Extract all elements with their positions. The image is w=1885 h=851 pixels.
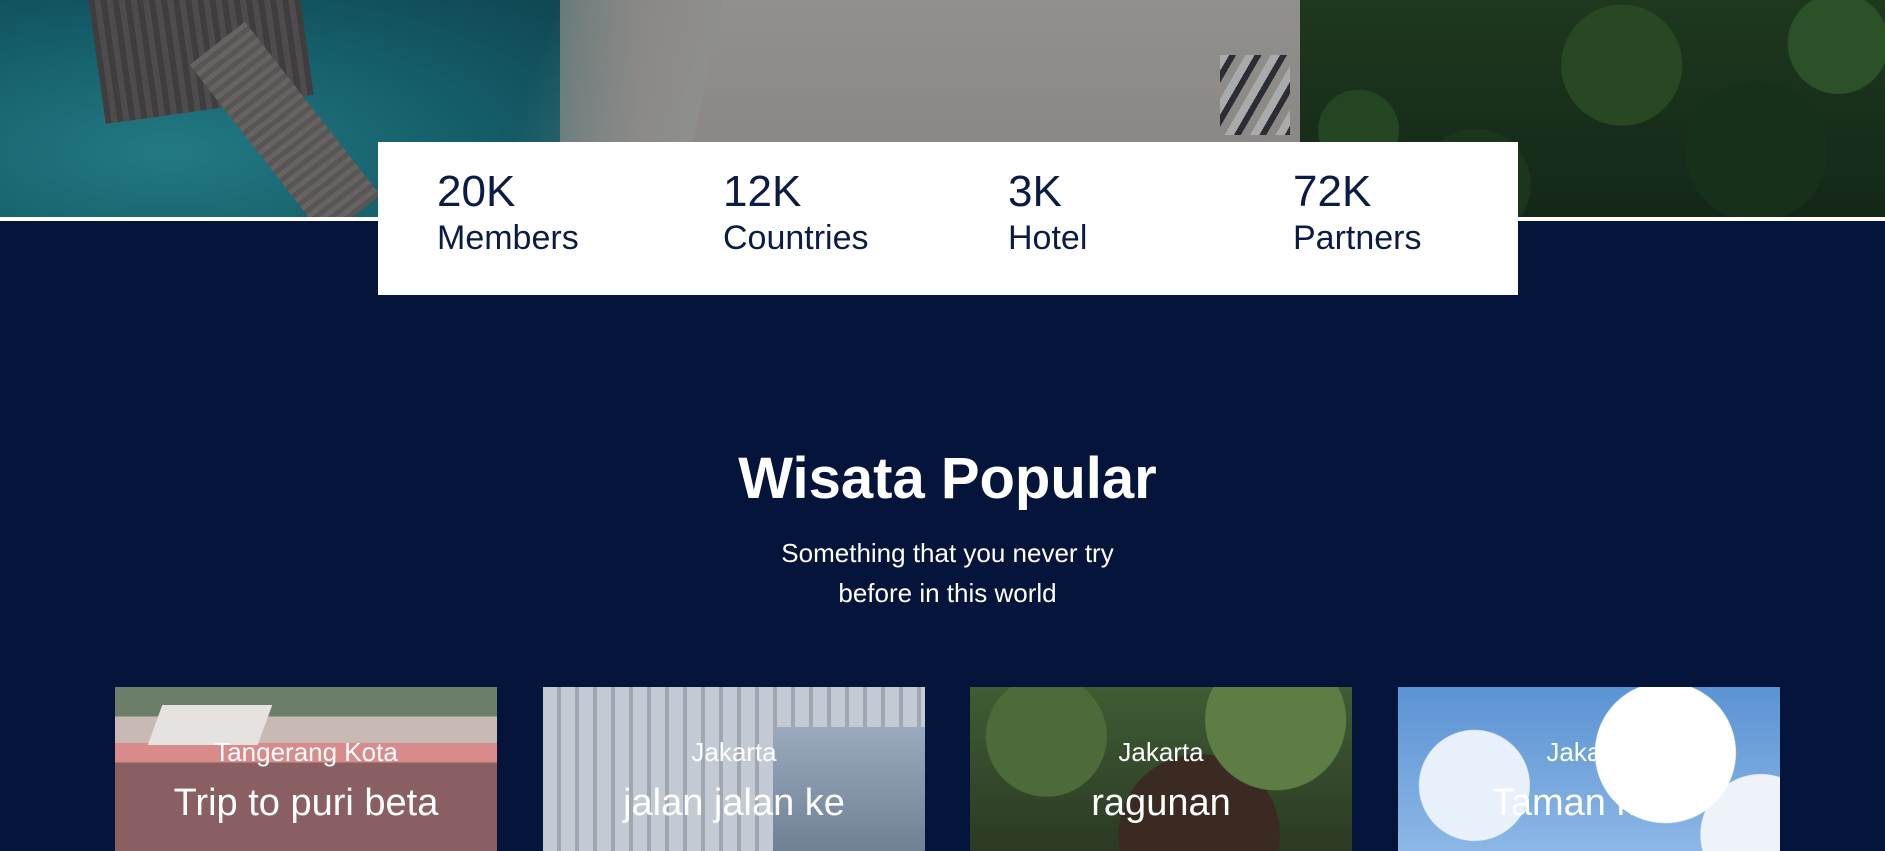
- destination-name: jalan jalan ke: [623, 782, 845, 824]
- stat-value: 3K: [1008, 167, 1062, 216]
- stat-label: Hotel: [1008, 219, 1088, 257]
- stat-hotel: 3K Hotel: [1008, 166, 1087, 258]
- destination-name: Trip to puri beta: [173, 782, 439, 824]
- stat-label: Members: [437, 219, 579, 257]
- subtitle-line: Something that you never try: [781, 538, 1114, 568]
- destination-location: Jakarta: [691, 737, 777, 767]
- destination-name: ragunan: [1091, 782, 1231, 824]
- section-subtitle: Something that you never try before in t…: [0, 533, 1885, 613]
- stat-members: 20K Members: [437, 166, 579, 258]
- destination-card[interactable]: Jakarta jalan jalan ke: [543, 687, 925, 851]
- destination-card[interactable]: Jakarta Taman mini: [1398, 687, 1780, 851]
- stat-countries: 12K Countries: [723, 166, 869, 258]
- stat-value: 72K: [1293, 167, 1372, 216]
- destination-location: Jakarta: [1546, 737, 1632, 767]
- destination-name: Taman mini: [1491, 782, 1687, 824]
- destination-location: Tangerang Kota: [214, 737, 398, 767]
- destination-card[interactable]: Tangerang Kota Trip to puri beta: [115, 687, 497, 851]
- stat-value: 12K: [723, 167, 802, 216]
- section-title: Wisata Popular: [738, 446, 1157, 511]
- stat-label: Partners: [1293, 219, 1422, 257]
- stat-value: 20K: [437, 167, 516, 216]
- stats-card: 20K Members 12K Countries 3K Hotel 72K P…: [378, 142, 1518, 295]
- subtitle-line: before in this world: [838, 578, 1057, 608]
- stat-label: Countries: [723, 219, 869, 257]
- destination-card[interactable]: Jakarta ragunan: [970, 687, 1352, 851]
- destination-location: Jakarta: [1118, 737, 1204, 767]
- stat-partners: 72K Partners: [1293, 166, 1422, 258]
